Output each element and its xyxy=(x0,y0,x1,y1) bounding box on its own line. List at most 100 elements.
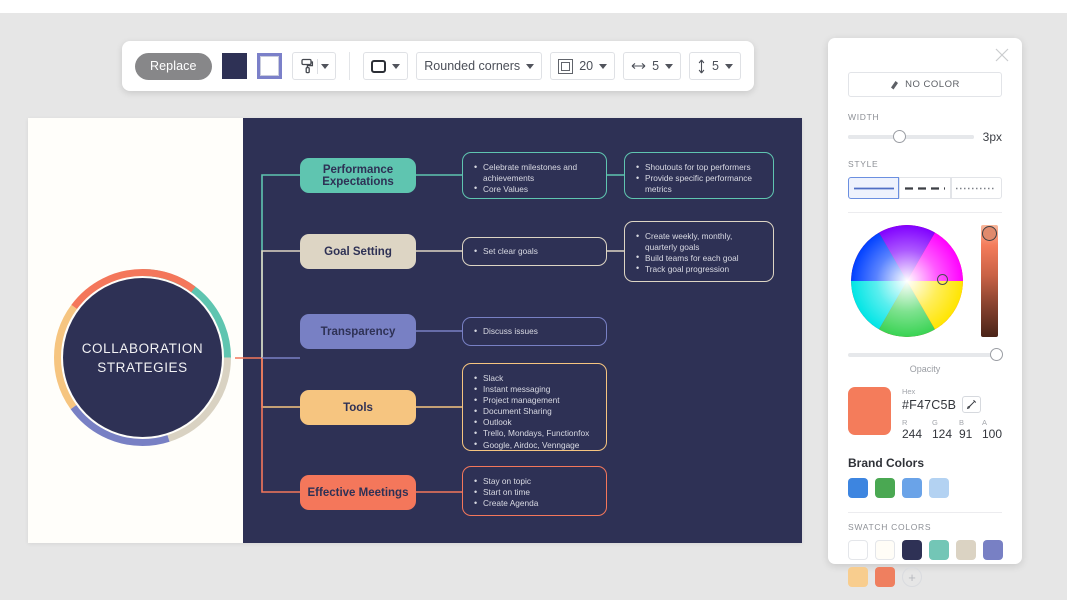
shape-style-dropdown[interactable] xyxy=(363,52,408,80)
swatch-color[interactable] xyxy=(875,567,895,587)
brand-colors-title: Brand Colors xyxy=(848,456,1002,470)
replace-button[interactable]: Replace xyxy=(135,53,212,80)
swatch-color[interactable] xyxy=(848,567,868,587)
brand-color-swatch[interactable] xyxy=(875,478,895,498)
detail-item: Project management xyxy=(472,395,595,406)
vertical-spacing-dropdown[interactable]: 5 xyxy=(689,52,741,80)
paint-tool-caret-icon xyxy=(321,64,329,69)
current-color-preview[interactable] xyxy=(848,387,891,435)
rgba-value-g[interactable]: 124 xyxy=(932,427,959,441)
rgba-label-r: R xyxy=(902,418,932,427)
format-toolbar: Replace Rounded corners xyxy=(122,41,754,91)
solid-line-icon xyxy=(854,187,894,190)
corner-style-dropdown[interactable]: Rounded corners xyxy=(416,52,542,80)
node-label: Tools xyxy=(343,402,373,414)
detail-item: Discuss issues xyxy=(472,326,595,337)
rounded-square-icon xyxy=(371,60,386,73)
close-icon[interactable] xyxy=(995,48,1009,62)
shade-slider[interactable] xyxy=(981,225,998,337)
brand-color-swatch[interactable] xyxy=(902,478,922,498)
swatch-color[interactable] xyxy=(929,540,949,560)
detail-list: Shoutouts for top performers Provide spe… xyxy=(634,162,762,194)
detail-goal-setting-2[interactable]: Create weekly, monthly, quarterly goals … xyxy=(624,221,774,282)
swatch-color[interactable] xyxy=(848,540,868,560)
hex-value-row: #F47C5B xyxy=(902,396,1002,413)
width-section-label: WIDTH xyxy=(848,112,1002,122)
swatch-color[interactable] xyxy=(956,540,976,560)
rgba-label-g: G xyxy=(932,418,959,427)
opacity-control: Opacity xyxy=(848,353,1002,374)
node-label: Goal Setting xyxy=(324,246,392,258)
rgba-value-r[interactable]: 244 xyxy=(902,427,932,441)
no-color-icon xyxy=(890,80,899,90)
horizontal-arrows-icon xyxy=(631,61,646,71)
rgba-value-b[interactable]: 91 xyxy=(959,427,982,441)
shade-slider-knob[interactable] xyxy=(982,226,997,241)
detail-list: Create weekly, monthly, quarterly goals … xyxy=(634,231,762,274)
paint-roller-tool[interactable] xyxy=(292,52,336,80)
hex-value[interactable]: #F47C5B xyxy=(902,398,956,412)
detail-performance-expectations-1[interactable]: Celebrate milestones and achievements Co… xyxy=(462,152,607,199)
width-slider[interactable] xyxy=(848,135,974,139)
rgba-value-a[interactable]: 100 xyxy=(982,427,1002,441)
detail-item: Build teams for each goal xyxy=(634,253,762,264)
detail-item: Track goal progression xyxy=(634,264,762,275)
app-root: Replace Rounded corners xyxy=(0,0,1067,600)
detail-transparency-1[interactable]: Discuss issues xyxy=(462,317,607,346)
detail-performance-expectations-2[interactable]: Shoutouts for top performers Provide spe… xyxy=(624,152,774,199)
swatch-color[interactable] xyxy=(902,540,922,560)
no-color-button[interactable]: NO COLOR xyxy=(848,72,1002,97)
rgba-values: 244 124 91 100 xyxy=(902,427,1002,441)
node-transparency[interactable]: Transparency xyxy=(300,314,416,349)
color-wheel-selector[interactable] xyxy=(937,274,948,285)
center-node-label: COLLABORATIONSTRATEGIES xyxy=(82,339,204,377)
mindmap-canvas[interactable]: COLLABORATIONSTRATEGIES Performance Expe… xyxy=(28,118,802,543)
detail-tools-1[interactable]: Slack Instant messaging Project manageme… xyxy=(462,363,607,451)
detail-item: Outlook xyxy=(472,417,595,428)
node-label: Transparency xyxy=(321,326,396,338)
detail-effective-meetings-1[interactable]: Stay on topic Start on time Create Agend… xyxy=(462,466,607,516)
width-slider-knob[interactable] xyxy=(893,130,906,143)
style-options xyxy=(848,177,1002,199)
chevron-down-icon xyxy=(392,64,400,69)
node-goal-setting[interactable]: Goal Setting xyxy=(300,234,416,269)
detail-item: Slack xyxy=(472,373,595,384)
fill-color-swatch[interactable] xyxy=(222,53,247,79)
detail-item: Create weekly, monthly, quarterly goals xyxy=(634,231,762,252)
chevron-down-icon xyxy=(526,64,534,69)
center-node-body: COLLABORATIONSTRATEGIES xyxy=(63,278,222,437)
opacity-slider[interactable] xyxy=(848,353,1002,357)
dashed-line-icon xyxy=(905,187,945,190)
rgba-label-b: B xyxy=(959,418,982,427)
shape-options-group: Rounded corners 20 5 5 xyxy=(363,52,741,80)
horizontal-spacing-dropdown[interactable]: 5 xyxy=(623,52,681,80)
style-option-dashed[interactable] xyxy=(899,177,950,199)
detail-item: Set clear goals xyxy=(472,246,595,257)
swatch-color[interactable] xyxy=(875,540,895,560)
swatch-color[interactable] xyxy=(983,540,1003,560)
brand-color-swatch[interactable] xyxy=(848,478,868,498)
style-option-solid[interactable] xyxy=(848,177,899,199)
brand-color-swatch[interactable] xyxy=(929,478,949,498)
center-node[interactable]: COLLABORATIONSTRATEGIES xyxy=(50,265,235,450)
corner-radius-dropdown[interactable]: 20 xyxy=(550,52,615,80)
eyedropper-icon xyxy=(966,399,977,410)
swatch-colors-row: + xyxy=(848,540,1023,587)
corner-style-label: Rounded corners xyxy=(424,59,520,73)
node-tools[interactable]: Tools xyxy=(300,390,416,425)
eyedropper-button[interactable] xyxy=(962,396,981,413)
rgba-label-a: A xyxy=(982,418,987,427)
style-option-dotted[interactable] xyxy=(951,177,1002,199)
detail-goal-setting-1[interactable]: Set clear goals xyxy=(462,237,607,266)
node-effective-meetings[interactable]: Effective Meetings xyxy=(300,475,416,510)
opacity-slider-knob[interactable] xyxy=(990,348,1003,361)
detail-list: Stay on topic Start on time Create Agend… xyxy=(472,476,595,509)
dotted-line-icon xyxy=(956,187,996,190)
add-swatch-button[interactable]: + xyxy=(902,567,922,587)
node-performance-expectations[interactable]: Performance Expectations xyxy=(300,158,416,193)
detail-list: Celebrate milestones and achievements Co… xyxy=(472,162,595,194)
border-color-swatch[interactable] xyxy=(257,53,282,79)
detail-item: Google, Airdoc, Venngage xyxy=(472,440,595,451)
detail-item: Celebrate milestones and achievements xyxy=(472,162,595,183)
opacity-label: Opacity xyxy=(848,364,1002,374)
